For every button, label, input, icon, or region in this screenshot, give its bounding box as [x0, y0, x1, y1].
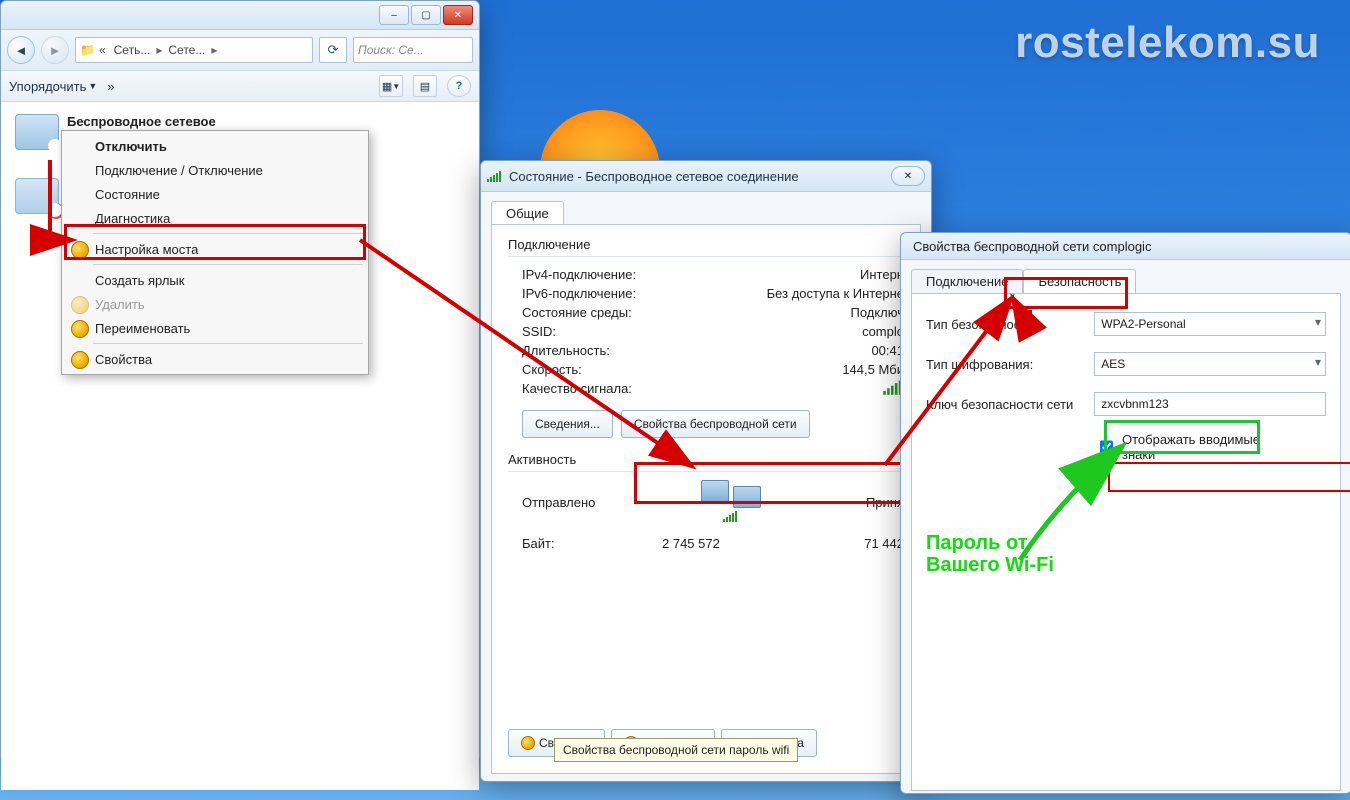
explorer-body: Беспроводное сетевое ✕ Отключить Подключ…: [1, 102, 479, 790]
value-ipv6: Без доступа к Интерне: [767, 286, 904, 301]
explorer-toolbar: Упорядочить▼ » ▦▼ ▤ ?: [1, 71, 479, 102]
value-ssid: complo: [862, 324, 904, 339]
network-icon: [15, 114, 59, 150]
value-received: 71 442: [864, 536, 904, 551]
value-media: Подключ: [850, 305, 904, 320]
explorer-navbar: ◄ ► 📁 « Сеть... ▸ Сете... ▸ ⟳ Поиск: Се.…: [1, 30, 479, 71]
shield-icon: [521, 736, 535, 750]
search-placeholder: Поиск: Се...: [358, 43, 424, 57]
show-characters-checkbox[interactable]: Отображать вводимые знаки: [1096, 432, 1266, 462]
signal-icon: [723, 510, 739, 522]
ctx-properties[interactable]: Свойства: [65, 347, 365, 371]
crumb-1[interactable]: Сеть...: [110, 43, 155, 57]
ctx-status[interactable]: Состояние: [65, 182, 365, 206]
tab-connection[interactable]: Подключение: [911, 269, 1023, 294]
ctx-disconnect[interactable]: Отключить: [65, 134, 365, 158]
crumb-sep2: ▸: [209, 43, 219, 57]
annotation-password: Пароль от Вашего Wi-Fi: [926, 532, 1054, 576]
label-duration: Длительность:: [522, 343, 610, 358]
security-key-input[interactable]: zxcvbnm123: [1094, 392, 1326, 416]
ctx-bridge[interactable]: Настройка моста: [65, 237, 365, 261]
tab-general[interactable]: Общие: [491, 201, 564, 225]
explorer-titlebar[interactable]: – ▢ ✕: [1, 1, 479, 30]
crumb-sep: ▸: [154, 43, 164, 57]
ctx-delete: Удалить: [65, 292, 365, 316]
view-details-button[interactable]: ▤: [413, 75, 437, 97]
organize-button[interactable]: Упорядочить▼: [9, 79, 97, 94]
label-speed: Скорость:: [522, 362, 582, 377]
value-sent: 2 745 572: [662, 536, 720, 551]
ctx-separator: [93, 343, 363, 344]
details-button[interactable]: Сведения...: [522, 410, 613, 438]
label-signal: Качество сигнала:: [522, 381, 632, 396]
status-titlebar[interactable]: Состояние - Беспроводное сетевое соедине…: [481, 161, 931, 192]
ctx-separator: [93, 233, 363, 234]
tooltip: Свойства беспроводной сети пароль wifi: [554, 738, 798, 762]
label-security-key: Ключ безопасности сети: [926, 397, 1094, 412]
group-connection-label: Подключение: [508, 237, 590, 252]
search-input[interactable]: Поиск: Се...: [353, 37, 473, 63]
shield-icon: [71, 351, 89, 369]
label-encryption: Тип шифрования:: [926, 357, 1094, 372]
label-ssid: SSID:: [522, 324, 556, 339]
label-bytes: Байт:: [522, 536, 555, 551]
security-type-combo[interactable]: WPA2-Personal: [1094, 312, 1326, 336]
label-received: Приня: [866, 495, 904, 510]
encryption-combo[interactable]: AES: [1094, 352, 1326, 376]
show-characters-input[interactable]: [1100, 440, 1113, 454]
context-menu: Отключить Подключение / Отключение Состо…: [61, 130, 369, 375]
shield-icon: [71, 241, 89, 259]
label-sent: Отправлено: [522, 495, 595, 510]
label-media: Состояние среды:: [522, 305, 632, 320]
status-window: Состояние - Беспроводное сетевое соедине…: [480, 160, 932, 782]
nav-forward-button[interactable]: ►: [41, 36, 69, 64]
watermark-text: rostelekom.su: [1015, 18, 1320, 68]
network-item-label: Беспроводное сетевое: [67, 114, 216, 129]
value-speed: 144,5 Мби: [842, 362, 904, 377]
group-activity-label: Активность: [508, 452, 576, 467]
label-ipv6: IPv6-подключение:: [522, 286, 636, 301]
status-tabstrip: Общие: [481, 192, 931, 224]
toolbar-more-button[interactable]: »: [107, 79, 114, 94]
wireless-properties-button[interactable]: Свойства беспроводной сети: [621, 410, 810, 438]
maximize-button[interactable]: ▢: [411, 5, 441, 25]
ctx-shortcut[interactable]: Создать ярлык: [65, 268, 365, 292]
status-panel: Подключение IPv4-подключение: Интерн IPv6…: [491, 224, 921, 774]
ctx-diagnostics[interactable]: Диагностика: [65, 206, 365, 230]
tab-security[interactable]: Безопасность: [1023, 269, 1136, 294]
minimize-button[interactable]: –: [379, 5, 409, 25]
network-icon: ✕: [15, 178, 59, 214]
props-title: Свойства беспроводной сети complogic: [907, 239, 1151, 254]
explorer-window: – ▢ ✕ ◄ ► 📁 « Сеть... ▸ Сете... ▸ ⟳ Поис…: [0, 0, 480, 762]
folder-icon: 📁: [80, 43, 95, 57]
ctx-separator: [93, 264, 363, 265]
show-characters-label: Отображать вводимые знаки: [1122, 432, 1266, 462]
label-ipv4: IPv4-подключение:: [522, 267, 636, 282]
close-button[interactable]: ✕: [891, 166, 925, 186]
wireless-properties-window: Свойства беспроводной сети complogic Под…: [900, 232, 1350, 794]
ctx-toggle-connect[interactable]: Подключение / Отключение: [65, 158, 365, 182]
props-titlebar[interactable]: Свойства беспроводной сети complogic: [901, 233, 1350, 260]
shield-icon: [71, 296, 89, 314]
view-thumbnails-button[interactable]: ▦▼: [379, 75, 403, 97]
label-security-type: Тип безопасности:: [926, 317, 1094, 332]
crumb-prefix: «: [95, 43, 110, 57]
close-button[interactable]: ✕: [443, 5, 473, 25]
value-ipv4: Интерн: [860, 267, 904, 282]
help-button[interactable]: ?: [447, 75, 471, 97]
crumb-2[interactable]: Сете...: [164, 43, 209, 57]
refresh-button[interactable]: ⟳: [319, 37, 347, 63]
activity-icon: [701, 480, 761, 524]
ctx-rename[interactable]: Переименовать: [65, 316, 365, 340]
status-title: Состояние - Беспроводное сетевое соедине…: [509, 169, 799, 184]
signal-icon: [487, 170, 503, 182]
shield-icon: [71, 320, 89, 338]
address-bar[interactable]: 📁 « Сеть... ▸ Сете... ▸: [75, 37, 313, 63]
refresh-icon: ⟳: [328, 42, 339, 58]
nav-back-button[interactable]: ◄: [7, 36, 35, 64]
